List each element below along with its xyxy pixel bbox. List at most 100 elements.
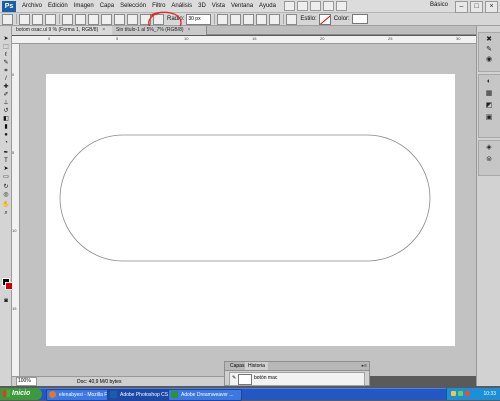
close-icon[interactable]: ×	[485, 1, 498, 13]
add-to-shape-icon[interactable]	[230, 13, 242, 25]
menu-capa[interactable]: Capa	[100, 3, 114, 9]
blur-tool-icon[interactable]: ●	[2, 132, 10, 138]
taskbar-item-label: Adobe Photoshop CS...	[120, 392, 173, 398]
dodge-tool-icon[interactable]: ◔	[2, 140, 10, 146]
tab-label: Sin título-1 al 5%_7% (RGB/8)	[116, 27, 184, 33]
rounded-rectangle-tool-icon[interactable]: ▭	[2, 174, 10, 180]
tray-icon[interactable]	[458, 391, 463, 396]
history-state[interactable]: ✎ botón mac	[229, 372, 365, 386]
close-icon[interactable]: ×	[188, 27, 191, 33]
history-brush-source-icon[interactable]: ✎	[232, 375, 236, 381]
tool-presets-icon[interactable]: ✖	[484, 36, 494, 44]
paths-icon[interactable]	[32, 13, 43, 25]
ellipse-icon[interactable]	[114, 13, 125, 25]
masks-panel-icon[interactable]: ▣	[484, 114, 494, 122]
menu-imagen[interactable]: Imagen	[74, 3, 94, 9]
hand-tool-icon[interactable]: ✋	[2, 202, 10, 208]
tab-historia[interactable]: Historia	[245, 362, 268, 370]
swatches-panel-icon[interactable]: ▦	[484, 90, 494, 98]
link-icon[interactable]	[286, 13, 298, 25]
screen-mode-button[interactable]	[335, 1, 347, 11]
menu-3d[interactable]: 3D	[198, 3, 206, 9]
document-size-info[interactable]: Doc: 40,9 M/0 bytes	[77, 379, 121, 385]
pen-tool-icon[interactable]: ✒	[2, 150, 10, 156]
menu-seleccion[interactable]: Selección	[120, 3, 146, 9]
panel-menu-icon[interactable]: ▸≡	[362, 362, 367, 370]
taskbar-item-dreamweaver[interactable]: Adobe Dreamweaver ...	[168, 389, 242, 401]
eraser-tool-icon[interactable]: ◧	[2, 116, 10, 122]
rectangle-icon[interactable]	[88, 13, 99, 25]
tray-icon[interactable]	[465, 391, 470, 396]
quick-mask-icon[interactable]: ◙	[2, 298, 10, 304]
intersect-shape-icon[interactable]	[256, 13, 268, 25]
polygon-icon[interactable]	[127, 13, 138, 25]
radius-input[interactable]: 30 px	[186, 13, 212, 25]
shape-layers-icon[interactable]	[19, 13, 30, 25]
channels-panel-icon[interactable]: ⊜	[484, 156, 494, 164]
photoshop-logo: Ps	[2, 0, 16, 12]
rounded-rectangle-icon[interactable]	[101, 13, 112, 25]
menu-archivo[interactable]: Archivo	[22, 3, 42, 9]
start-button[interactable]: Inicio	[0, 388, 42, 400]
start-label: Inicio	[12, 390, 31, 397]
layers-panel-icon[interactable]: ◈	[484, 144, 494, 152]
menu-vista[interactable]: Vista	[212, 3, 225, 9]
separator	[59, 14, 60, 24]
path-select-icon[interactable]: ➤	[2, 166, 10, 172]
minibridge-button[interactable]	[296, 1, 308, 11]
freeform-pen-icon[interactable]	[75, 13, 86, 25]
document-canvas[interactable]	[46, 74, 455, 346]
clone-source-icon[interactable]: ◉	[484, 56, 494, 64]
exclude-shape-icon[interactable]	[269, 13, 281, 25]
type-tool-icon[interactable]: T	[2, 158, 10, 164]
crop-tool-icon[interactable]: ⌗	[2, 68, 10, 74]
zoom-level-button[interactable]	[309, 1, 321, 11]
tab-document-1[interactable]: botom osac.ul 9 % (Forma 1, RGB/8) ×	[12, 26, 117, 35]
rounded-rectangle-path[interactable]	[59, 134, 431, 262]
pen-tool-icon[interactable]	[62, 13, 73, 25]
color-panel-icon[interactable]: ◐	[484, 78, 494, 86]
tab-label: botom osac.ul 9 % (Forma 1, RGB/8)	[16, 27, 99, 33]
minimize-icon[interactable]: –	[455, 1, 468, 13]
tray-icon[interactable]	[451, 391, 456, 396]
brush-tool-icon[interactable]: ✐	[2, 92, 10, 98]
menu-edicion[interactable]: Edición	[48, 3, 68, 9]
style-none-swatch[interactable]	[318, 13, 331, 25]
subtract-shape-icon[interactable]	[243, 13, 255, 25]
lasso-tool-icon[interactable]: ℓ	[2, 52, 10, 58]
history-thumbnail	[238, 374, 252, 385]
quick-select-icon[interactable]: ✎	[2, 60, 10, 66]
window-controls: – □ ×	[455, 1, 498, 13]
eyedropper-icon[interactable]: /	[2, 76, 10, 82]
clone-stamp-icon[interactable]: ⊥	[2, 100, 10, 106]
menu-analisis[interactable]: Análisis	[171, 3, 192, 9]
menu-filtro[interactable]: Filtro	[152, 3, 165, 9]
3d-rotate-icon[interactable]: ↻	[2, 184, 10, 190]
menu-ventana[interactable]: Ventana	[231, 3, 253, 9]
brush-panel-icon[interactable]: ✎	[484, 46, 494, 54]
separator	[283, 14, 285, 24]
workspace-selector[interactable]: Básico	[430, 2, 448, 8]
healing-brush-icon[interactable]: ✚	[2, 84, 10, 90]
zoom-tool-icon[interactable]: ⌕	[2, 210, 10, 216]
move-tool-icon[interactable]: ➤	[2, 36, 10, 42]
gradient-tool-icon[interactable]: ▮	[2, 124, 10, 130]
arrange-documents-button[interactable]	[322, 1, 334, 11]
adjustments-panel-icon[interactable]: ◩	[484, 102, 494, 110]
color-swatch[interactable]	[351, 14, 368, 24]
close-icon[interactable]: ×	[102, 27, 105, 33]
fill-pixels-icon[interactable]	[45, 13, 56, 25]
marquee-tool-icon[interactable]: ⬚	[2, 44, 10, 50]
bridge-button[interactable]	[283, 1, 295, 11]
style-label: Estilo:	[300, 16, 317, 22]
new-layer-mode-icon[interactable]	[217, 13, 229, 25]
ruler-label: 30	[456, 36, 461, 41]
maximize-icon[interactable]: □	[470, 1, 483, 13]
tab-document-2[interactable]: Sin título-1 al 5%_7% (RGB/8) ×	[112, 26, 207, 35]
3d-orbit-icon[interactable]: ◎	[2, 192, 10, 198]
menu-ayuda[interactable]: Ayuda	[259, 3, 276, 9]
ruler-label: 20	[320, 36, 325, 41]
tool-preset-icon[interactable]	[2, 13, 13, 25]
zoom-field[interactable]: 100%	[16, 377, 37, 386]
history-brush-icon[interactable]: ↺	[2, 108, 10, 114]
